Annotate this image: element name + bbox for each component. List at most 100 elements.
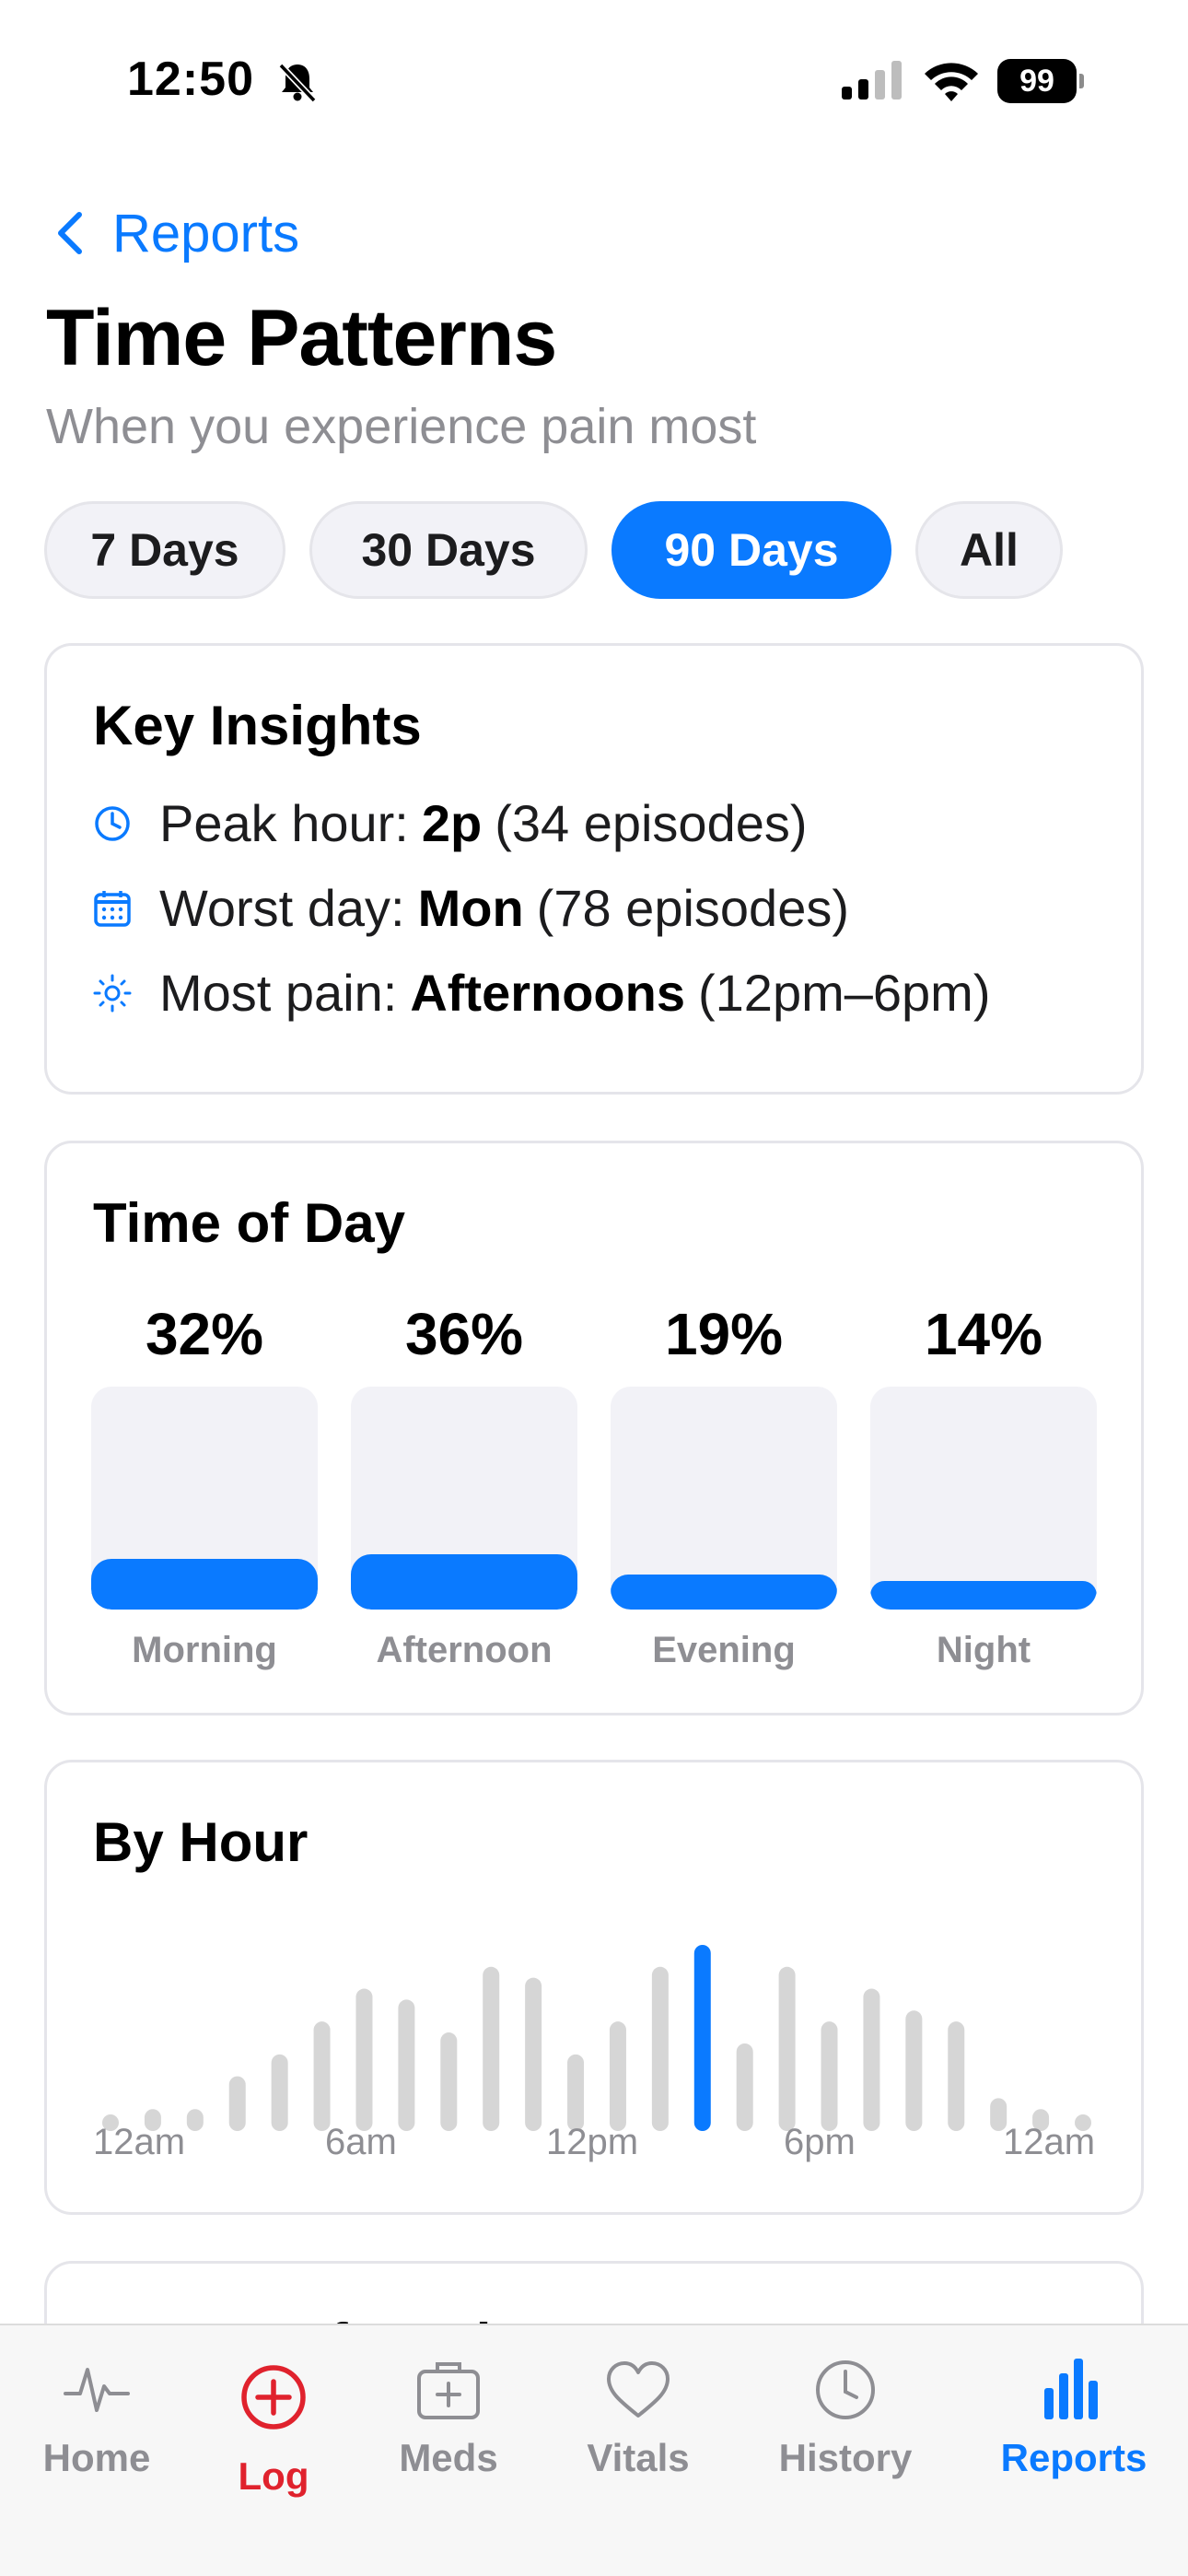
hour-bar-3am bbox=[228, 2076, 246, 2131]
hour-bar-11am bbox=[567, 2054, 585, 2131]
heartbeat-icon bbox=[64, 2368, 130, 2412]
tab-label: Meds bbox=[399, 2436, 498, 2479]
hour-axis-label: 12pm bbox=[546, 2122, 639, 2162]
insight-value: 2p bbox=[421, 794, 483, 852]
insight-prefix: Most pain: bbox=[159, 964, 398, 1022]
sun-icon bbox=[93, 974, 132, 1012]
hour-bar-2pm bbox=[693, 1945, 711, 2131]
time-of-day-track bbox=[611, 1387, 837, 1610]
insight-most-pain: Most pain: Afternoons (12pm–6pm) bbox=[93, 963, 990, 1023]
hour-axis-label: 6pm bbox=[784, 2122, 856, 2162]
calendar-icon bbox=[94, 890, 131, 927]
hour-axis-label: 6am bbox=[325, 2122, 397, 2162]
time-of-day-fill bbox=[611, 1575, 837, 1610]
insight-detail: (12pm–6pm) bbox=[698, 964, 991, 1022]
time-of-day-track bbox=[91, 1387, 318, 1610]
hour-bar-7pm bbox=[905, 2010, 923, 2131]
insight-value: Afternoons bbox=[410, 964, 685, 1022]
back-label: Reports bbox=[112, 203, 300, 263]
hour-bar-1pm bbox=[651, 1966, 669, 2131]
bell-slash-icon bbox=[278, 63, 317, 103]
key-insights-card: Key Insights Peak hour: 2p (34 episodes)… bbox=[44, 643, 1144, 1095]
time-of-day-afternoon: 36% Afternoon bbox=[351, 1143, 577, 1713]
insight-detail: (78 episodes) bbox=[536, 879, 849, 937]
hour-bar-3pm bbox=[736, 2043, 753, 2131]
back-button[interactable]: Reports bbox=[55, 201, 299, 265]
hour-bar-5am bbox=[313, 2021, 331, 2131]
tab-label: Vitals bbox=[587, 2436, 690, 2479]
by-hour-title: By Hour bbox=[93, 1811, 309, 1873]
time-of-day-percent: 14% bbox=[924, 1301, 1043, 1367]
by-hour-card: By Hour 12am 6am 12pm 6pm 12am bbox=[44, 1760, 1144, 2215]
tab-log[interactable]: Log bbox=[208, 2353, 339, 2510]
clock-icon bbox=[95, 805, 130, 841]
hour-bar-7am bbox=[398, 1999, 415, 2131]
clock-icon bbox=[816, 2360, 875, 2419]
insight-peak-hour: Peak hour: 2p (34 episodes) bbox=[93, 793, 808, 853]
hour-axis-label: 12am bbox=[93, 2122, 186, 2162]
tab-bar: Home Log Meds Vitals History Reports bbox=[0, 2324, 1188, 2576]
time-of-day-fill bbox=[351, 1553, 577, 1610]
wifi-icon bbox=[925, 63, 978, 101]
status-bar: 12:50 99 bbox=[0, 0, 1188, 162]
chevron-left-icon bbox=[58, 212, 82, 254]
key-insights-title: Key Insights bbox=[93, 695, 422, 756]
range-pill-30-days[interactable]: 30 Days bbox=[309, 501, 588, 599]
hour-bar-10am bbox=[525, 1977, 542, 2131]
tab-label: Reports bbox=[1000, 2436, 1147, 2479]
time-of-day-fill bbox=[91, 1558, 318, 1610]
hour-bar-9am bbox=[483, 1966, 500, 2131]
time-of-day-label: Morning bbox=[132, 1630, 277, 1670]
hour-bar-12pm bbox=[609, 2021, 626, 2131]
time-of-day-night: 14% Night bbox=[870, 1143, 1097, 1713]
time-of-day-label: Night bbox=[936, 1630, 1031, 1670]
battery-tip bbox=[1079, 74, 1084, 88]
insight-worst-day: Worst day: Mon (78 episodes) bbox=[93, 878, 849, 938]
hour-bar-8pm bbox=[948, 2021, 965, 2131]
tab-label: History bbox=[778, 2436, 913, 2479]
insight-prefix: Worst day: bbox=[159, 879, 405, 937]
hour-axis-label: 12am bbox=[1003, 2122, 1096, 2162]
battery-level: 99 bbox=[997, 59, 1077, 103]
tab-label: Log bbox=[238, 2454, 309, 2498]
time-of-day-label: Afternoon bbox=[376, 1630, 553, 1670]
time-of-day-card: Time of Day 32% Morning 36% Afternoon 19… bbox=[44, 1141, 1144, 1715]
hour-bar-4pm bbox=[778, 1966, 796, 2131]
cellular-signal-icon bbox=[842, 61, 902, 100]
time-of-day-track bbox=[351, 1387, 577, 1610]
tab-home[interactable]: Home bbox=[31, 2353, 162, 2510]
bar-chart-icon bbox=[1044, 2359, 1098, 2419]
hour-bar-4am bbox=[271, 2054, 288, 2131]
time-of-day-percent: 32% bbox=[145, 1301, 264, 1367]
plus-circle-icon bbox=[241, 2365, 306, 2430]
time-of-day-percent: 36% bbox=[404, 1301, 524, 1367]
range-pill-7-days[interactable]: 7 Days bbox=[44, 501, 285, 599]
time-of-day-track bbox=[870, 1387, 1097, 1610]
range-pill-90-days[interactable]: 90 Days bbox=[611, 501, 891, 599]
tab-meds[interactable]: Meds bbox=[383, 2353, 514, 2510]
tab-reports[interactable]: Reports bbox=[993, 2353, 1155, 2510]
insight-detail: (34 episodes) bbox=[495, 794, 808, 852]
hour-bar-8am bbox=[440, 2032, 458, 2131]
time-of-day-percent: 19% bbox=[664, 1301, 784, 1367]
hour-bar-6am bbox=[355, 1988, 373, 2131]
tab-label: Home bbox=[42, 2436, 151, 2479]
range-selector: 7 Days 30 Days 90 Days All bbox=[44, 501, 1063, 599]
hour-bar-6pm bbox=[863, 1988, 880, 2131]
tab-vitals[interactable]: Vitals bbox=[573, 2353, 704, 2510]
time-of-day-fill bbox=[870, 1581, 1097, 1610]
insight-value: Mon bbox=[417, 879, 524, 937]
medkit-icon bbox=[417, 2362, 480, 2419]
page-title: Time Patterns bbox=[46, 294, 557, 382]
heart-icon bbox=[607, 2361, 670, 2418]
hour-bar-2am bbox=[186, 2109, 204, 2131]
time-of-day-evening: 19% Evening bbox=[611, 1143, 837, 1713]
page-subtitle: When you experience pain most bbox=[46, 399, 757, 454]
time-of-day-morning: 32% Morning bbox=[91, 1143, 318, 1713]
tab-history[interactable]: History bbox=[764, 2353, 926, 2510]
range-pill-all[interactable]: All bbox=[915, 501, 1063, 599]
by-hour-chart bbox=[102, 1945, 1091, 2131]
time-of-day-label: Evening bbox=[652, 1630, 796, 1670]
insight-prefix: Peak hour: bbox=[159, 794, 409, 852]
status-time: 12:50 bbox=[127, 53, 254, 106]
